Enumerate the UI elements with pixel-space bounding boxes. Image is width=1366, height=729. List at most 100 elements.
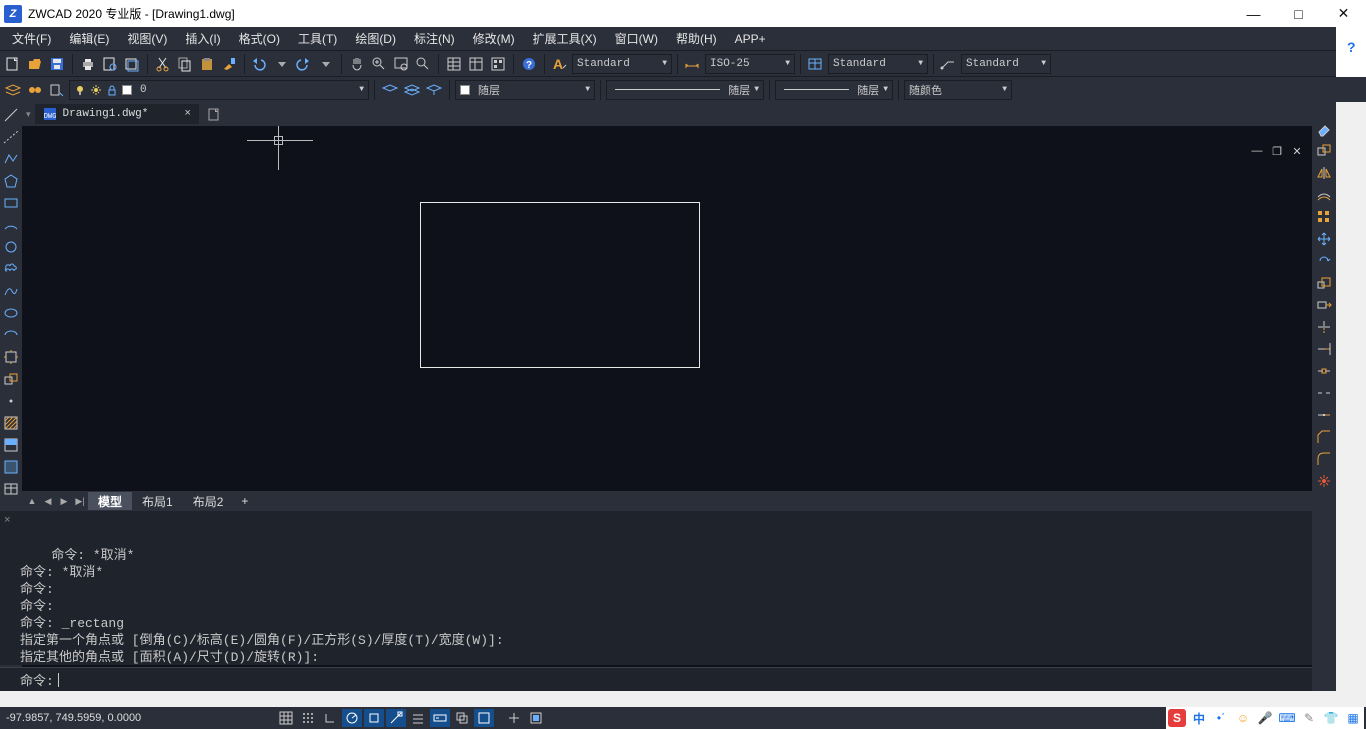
mleaderstyle-combo[interactable]: Standard▼: [961, 54, 1051, 74]
textstyle-icon[interactable]: A: [550, 54, 570, 74]
tablestyle-combo[interactable]: Standard▼: [828, 54, 928, 74]
cmdline-close-icon[interactable]: ×: [4, 513, 11, 530]
stretch-icon[interactable]: [1315, 296, 1333, 314]
undo-icon[interactable]: [250, 54, 270, 74]
erase-icon[interactable]: [1315, 120, 1333, 138]
redo-icon[interactable]: [294, 54, 314, 74]
properties-icon[interactable]: [444, 54, 464, 74]
menu-file[interactable]: 文件(F): [3, 27, 60, 50]
ime-settings-icon[interactable]: ✎: [1300, 709, 1318, 727]
insert-block-icon[interactable]: [2, 348, 20, 366]
command-history[interactable]: × 命令: *取消* 命令: *取消* 命令: 命令: 命令: _rectang…: [0, 511, 1312, 665]
menu-edit[interactable]: 编辑(E): [60, 27, 118, 50]
layer-previous-icon[interactable]: [380, 80, 400, 100]
table-icon[interactable]: [2, 480, 20, 498]
layout-tab-layout1[interactable]: 布局1: [132, 492, 183, 510]
layout-nav-next-icon[interactable]: ▶: [56, 493, 72, 509]
make-block-icon[interactable]: [2, 370, 20, 388]
ime-sogou-icon[interactable]: S: [1168, 709, 1186, 727]
drawing-canvas[interactable]: — ❐ ✕: [22, 126, 1312, 491]
file-tab-close-icon[interactable]: ×: [184, 108, 191, 120]
menu-help[interactable]: 帮助(H): [667, 27, 726, 50]
command-input-row[interactable]: 命令:: [0, 667, 1312, 691]
xline-icon[interactable]: [2, 128, 20, 146]
copy-icon[interactable]: [175, 54, 195, 74]
region-icon[interactable]: [2, 458, 20, 476]
model-space-icon[interactable]: [474, 709, 494, 727]
annotation-scale-icon[interactable]: [504, 709, 524, 727]
snap-grid-icon[interactable]: [276, 709, 296, 727]
mirror-icon[interactable]: [1315, 164, 1333, 182]
copy-obj-icon[interactable]: [1315, 142, 1333, 160]
otrack-icon[interactable]: [386, 709, 406, 727]
menu-dim[interactable]: 标注(N): [405, 27, 464, 50]
help-icon-tb[interactable]: ?: [519, 54, 539, 74]
window-close-button[interactable]: ✕: [1321, 0, 1366, 27]
fillet-icon[interactable]: [1315, 450, 1333, 468]
zoom-realtime-icon[interactable]: [369, 54, 389, 74]
join-icon[interactable]: [1315, 406, 1333, 424]
layer-filter-icon[interactable]: [47, 80, 67, 100]
extend-icon[interactable]: [1315, 340, 1333, 358]
break-point-icon[interactable]: [1315, 362, 1333, 380]
viewport-minimize-icon[interactable]: —: [1250, 144, 1264, 158]
dimstyle-combo[interactable]: ISO-25▼: [705, 54, 795, 74]
circle-icon[interactable]: [2, 238, 20, 256]
rectangle-icon[interactable]: [2, 194, 20, 212]
hatch-icon[interactable]: [2, 414, 20, 432]
zoom-previous-icon[interactable]: [413, 54, 433, 74]
cycling-icon[interactable]: [452, 709, 472, 727]
zoom-window-icon[interactable]: [391, 54, 411, 74]
polyline-icon[interactable]: [2, 150, 20, 168]
matchprop-icon[interactable]: [219, 54, 239, 74]
spline-icon[interactable]: [2, 282, 20, 300]
menu-view[interactable]: 视图(V): [118, 27, 176, 50]
window-maximize-button[interactable]: □: [1276, 0, 1321, 27]
scale-icon[interactable]: [1315, 274, 1333, 292]
cut-icon[interactable]: [153, 54, 173, 74]
polar-icon[interactable]: [342, 709, 362, 727]
linetype-combo[interactable]: 随层▼: [606, 80, 764, 100]
new-file-tab-icon[interactable]: [203, 104, 225, 124]
workspace-switch-icon[interactable]: [526, 709, 546, 727]
ime-punct-icon[interactable]: •ˊ: [1212, 709, 1230, 727]
dimstyle-icon[interactable]: [683, 54, 703, 74]
layout-nav-first-icon[interactable]: ▲: [24, 493, 40, 509]
redo-dropdown-icon[interactable]: [316, 54, 336, 74]
layer-iso-icon[interactable]: [402, 80, 422, 100]
dyn-input-icon[interactable]: [430, 709, 450, 727]
layout-nav-prev-icon[interactable]: ◀: [40, 493, 56, 509]
move-icon[interactable]: [1315, 230, 1333, 248]
paste-icon[interactable]: [197, 54, 217, 74]
tool-palettes-icon[interactable]: [488, 54, 508, 74]
menu-draw[interactable]: 绘图(D): [346, 27, 405, 50]
layer-states-icon[interactable]: [25, 80, 45, 100]
viewport-restore-icon[interactable]: ❐: [1270, 144, 1284, 158]
ime-keyboard-icon[interactable]: ⌨: [1278, 709, 1296, 727]
ellipse-icon[interactable]: [2, 304, 20, 322]
menu-tools[interactable]: 工具(T): [289, 27, 346, 50]
layout-nav-last-icon[interactable]: ▶|: [72, 493, 88, 509]
help-icon[interactable]: ?: [1347, 39, 1366, 55]
save-icon[interactable]: [47, 54, 67, 74]
menu-app[interactable]: APP+: [726, 27, 775, 50]
design-center-icon[interactable]: [466, 54, 486, 74]
lineweight-toggle-icon[interactable]: [408, 709, 428, 727]
ime-emoji-icon[interactable]: ☺: [1234, 709, 1252, 727]
rotate-icon[interactable]: [1315, 252, 1333, 270]
menu-insert[interactable]: 插入(I): [176, 27, 229, 50]
ime-lang-icon[interactable]: 中: [1190, 709, 1208, 727]
layout-tab-layout2[interactable]: 布局2: [183, 492, 234, 510]
ime-toolbox-icon[interactable]: ▦: [1344, 709, 1362, 727]
new-icon[interactable]: [3, 54, 23, 74]
window-minimize-button[interactable]: —: [1231, 0, 1276, 27]
line-icon[interactable]: [2, 106, 20, 124]
grid-display-icon[interactable]: [298, 709, 318, 727]
chamfer-icon[interactable]: [1315, 428, 1333, 446]
menu-modify[interactable]: 修改(M): [464, 27, 524, 50]
menu-express[interactable]: 扩展工具(X): [524, 27, 606, 50]
pan-icon[interactable]: [347, 54, 367, 74]
file-tab-drawing1[interactable]: DWG Drawing1.dwg* ×: [35, 104, 199, 124]
layer-combo[interactable]: 0 ▼: [69, 80, 369, 100]
polygon-icon[interactable]: [2, 172, 20, 190]
